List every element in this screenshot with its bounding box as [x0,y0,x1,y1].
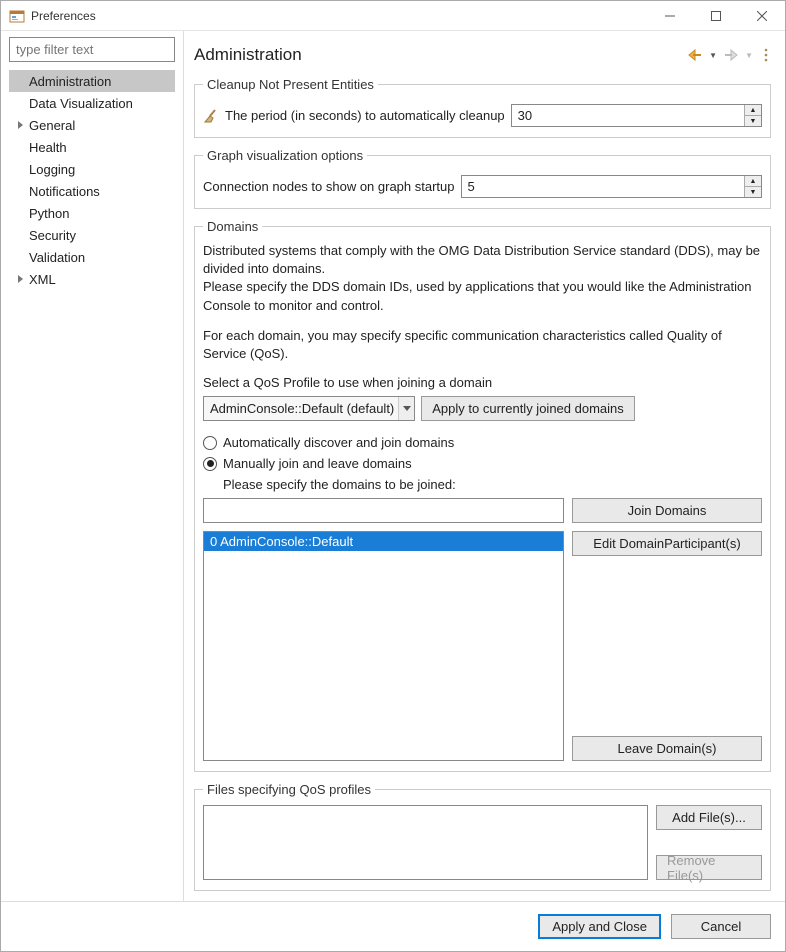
domain-id-input[interactable] [203,498,564,523]
minimize-button[interactable] [647,1,693,31]
graph-spinner[interactable]: ▲ ▼ [461,175,762,198]
edit-participant-button[interactable]: Edit DomainParticipant(s) [572,531,762,556]
sidebar-item-administration[interactable]: Administration [9,70,175,92]
radio-auto-label: Automatically discover and join domains [223,435,454,450]
specify-domains-label: Please specify the domains to be joined: [203,477,762,492]
radio-manual-label: Manually join and leave domains [223,456,412,471]
qos-files-list[interactable] [203,805,648,880]
graph-label: Connection nodes to show on graph startu… [203,179,455,194]
sidebar-item-label: Notifications [29,184,100,199]
titlebar: Preferences [1,1,785,31]
filter-input[interactable] [9,37,175,62]
radio-icon [203,436,217,450]
add-files-button[interactable]: Add File(s)... [656,805,762,830]
radio-icon [203,457,217,471]
sidebar-item-health[interactable]: Health [9,136,175,158]
spinner-down-icon[interactable]: ▼ [745,187,761,197]
page-header: Administration ▼ ▼ [194,41,771,69]
spinner-down-icon[interactable]: ▼ [745,116,761,126]
qos-select-label: Select a QoS Profile to use when joining… [203,375,762,390]
sidebar-item-label: XML [29,272,56,287]
sidebar-item-label: Validation [29,250,85,265]
spinner-up-icon[interactable]: ▲ [745,105,761,116]
join-domains-button[interactable]: Join Domains [572,498,762,523]
sidebar-item-label: General [29,118,75,133]
sidebar-item-python[interactable]: Python [9,202,175,224]
chevron-right-icon [15,275,27,283]
chevron-right-icon [15,121,27,129]
domains-desc: Distributed systems that comply with the… [203,242,762,315]
back-button[interactable] [685,46,705,64]
sidebar-item-label: Python [29,206,69,221]
qos-profile-combo[interactable]: AdminConsole::Default (default) [203,396,415,421]
qos-profile-value: AdminConsole::Default (default) [210,401,394,416]
forward-button[interactable] [721,46,741,64]
sidebar-item-notifications[interactable]: Notifications [9,180,175,202]
domains-qos-desc: For each domain, you may specify specifi… [203,327,762,363]
menu-icon[interactable] [761,47,771,63]
cleanup-value[interactable] [512,105,744,126]
sidebar-item-label: Logging [29,162,75,177]
domains-group: Domains Distributed systems that comply … [194,219,771,772]
window-title: Preferences [31,9,647,23]
cancel-button[interactable]: Cancel [671,914,771,939]
main-area: Administration Data Visualization General H… [1,31,785,901]
joined-domains-list[interactable]: 0 AdminConsole::Default [203,531,564,761]
apply-and-close-button[interactable]: Apply and Close [538,914,661,939]
graph-value[interactable] [462,176,744,197]
forward-dropdown-icon[interactable]: ▼ [745,51,753,60]
sidebar-item-label: Administration [29,74,111,89]
qos-files-group: Files specifying QoS profiles Add File(s… [194,782,771,891]
sidebar-item-label: Health [29,140,67,155]
page-title: Administration [194,45,685,65]
sidebar-item-xml[interactable]: XML [9,268,175,290]
maximize-button[interactable] [693,1,739,31]
footer: Apply and Close Cancel [1,901,785,951]
back-dropdown-icon[interactable]: ▼ [709,51,717,60]
spinner-up-icon[interactable]: ▲ [745,176,761,187]
cleanup-label: The period (in seconds) to automatically… [225,108,505,123]
qos-files-legend: Files specifying QoS profiles [203,782,375,797]
chevron-down-icon [398,397,414,420]
app-icon [9,8,25,24]
radio-manual-join[interactable]: Manually join and leave domains [203,456,762,471]
sidebar-item-general[interactable]: General [9,114,175,136]
sidebar-item-logging[interactable]: Logging [9,158,175,180]
domains-legend: Domains [203,219,262,234]
category-tree: Administration Data Visualization General H… [9,70,175,290]
close-button[interactable] [739,1,785,31]
header-nav-icons: ▼ ▼ [685,46,771,64]
domain-list-item[interactable]: 0 AdminConsole::Default [204,532,563,551]
sidebar-item-label: Security [29,228,76,243]
window-buttons [647,1,785,30]
sidebar-item-validation[interactable]: Validation [9,246,175,268]
sidebar-item-data-visualization[interactable]: Data Visualization [9,92,175,114]
graph-legend: Graph visualization options [203,148,367,163]
cleanup-spinner[interactable]: ▲ ▼ [511,104,762,127]
sidebar: Administration Data Visualization General H… [1,31,184,901]
radio-auto-discover[interactable]: Automatically discover and join domains [203,435,762,450]
content: Administration ▼ ▼ Cleanup Not Present E… [184,31,785,901]
broom-icon [203,108,219,124]
remove-files-button: Remove File(s) [656,855,762,880]
apply-to-domains-button[interactable]: Apply to currently joined domains [421,396,635,421]
graph-group: Graph visualization options Connection n… [194,148,771,209]
cleanup-legend: Cleanup Not Present Entities [203,77,378,92]
sidebar-item-label: Data Visualization [29,96,133,111]
leave-domains-button[interactable]: Leave Domain(s) [572,736,762,761]
sidebar-item-security[interactable]: Security [9,224,175,246]
cleanup-group: Cleanup Not Present Entities The period … [194,77,771,138]
